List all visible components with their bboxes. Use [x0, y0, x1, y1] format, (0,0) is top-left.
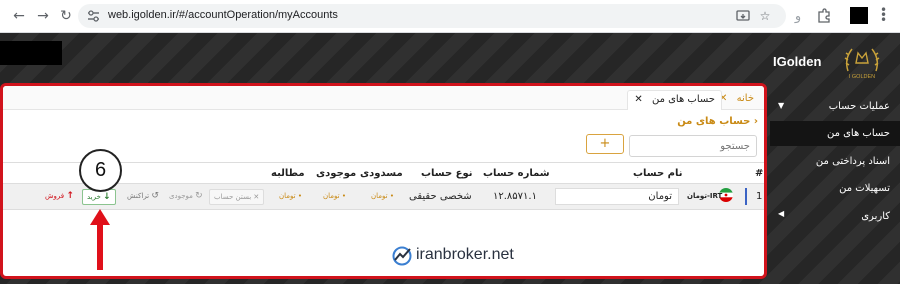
tab-my-accounts-label: حساب های من [651, 94, 715, 105]
install-app-icon[interactable] [736, 9, 750, 23]
tabs-bar: خانه ✕ حساب های من ✕ [3, 86, 764, 110]
header-balance: موجودی [316, 168, 357, 179]
sidebar-item-user[interactable]: کاربری [861, 211, 890, 222]
inventory-label: موجودی [169, 192, 193, 200]
bookmark-star-icon[interactable]: ☆ [758, 9, 772, 23]
cell-claim: • تومان [279, 192, 302, 200]
row-marker [745, 188, 747, 205]
sidebar-item-payment-documents[interactable]: اسناد پرداختی من [816, 156, 890, 167]
cell-currency-code: IRT-تومان [687, 192, 723, 200]
url-text: web.igolden.ir/#/accountOperation/myAcco… [108, 9, 338, 21]
sell-button[interactable]: ↑ فروش [41, 189, 78, 205]
table-row[interactable]: 1 IRT-تومان تومان ۱۲.۸۵۷۱.۱ شخصی حقیقی •… [3, 184, 764, 210]
close-account-button[interactable]: ✕ بستن حساب [209, 189, 265, 205]
sidebar-item-my-accounts[interactable]: حساب های من [827, 128, 890, 139]
address-bar[interactable]: web.igolden.ir/#/accountOperation/myAcco… [78, 4, 786, 28]
header-account-number: شماره حساب [483, 168, 550, 179]
refresh-icon: ↻ [195, 191, 203, 201]
search-input[interactable] [629, 135, 757, 157]
translate-icon[interactable]: و [790, 9, 806, 25]
arrow-up-icon: ↑ [66, 191, 74, 201]
close-account-label: بستن حساب [214, 193, 252, 201]
profile-avatar[interactable] [850, 7, 868, 24]
header-account-name: نام حساب [633, 168, 683, 179]
page-title: ‹ حساب های من [677, 116, 758, 127]
annotation-arrow-icon [90, 209, 110, 270]
arrow-down-icon: ↓ [103, 192, 111, 202]
header-account-type: نوع حساب [421, 168, 473, 179]
sidebar-item-account-operations[interactable]: عملیات حساب [829, 101, 890, 112]
back-icon[interactable]: ← [10, 7, 28, 25]
page-title-text: حساب های من [677, 116, 751, 127]
cell-account-type: شخصی حقیقی [409, 191, 472, 202]
redacted-logo [0, 41, 62, 65]
step-number-badge: 6 [79, 149, 122, 192]
extensions-icon[interactable] [816, 8, 832, 24]
close-icon[interactable]: ✕ [634, 94, 642, 105]
header-index: # [755, 168, 764, 179]
history-icon: ↺ [151, 191, 159, 201]
chrome-menu-icon[interactable]: • • • [880, 4, 887, 26]
site-settings-icon[interactable] [87, 10, 100, 22]
tab-my-accounts[interactable]: حساب های من ✕ [627, 90, 722, 110]
brand-logo: I GOLDEN [844, 48, 880, 80]
brand-name: IGolden [773, 54, 822, 69]
cell-index: 1 [756, 191, 763, 202]
chevron-down-icon: ▼ [778, 101, 785, 110]
cell-account-name: تومان [648, 191, 672, 202]
sidebar-item-facilities[interactable]: تسهیلات من [839, 183, 890, 194]
account-name-field[interactable]: تومان [555, 188, 679, 205]
transactions-button[interactable]: ↺ تراکنش [123, 189, 163, 205]
tab-home-label: خانه [736, 93, 754, 104]
watermark-logo-icon [392, 246, 412, 266]
cell-blocked: • تومان [371, 192, 394, 200]
cell-account-number: ۱۲.۸۵۷۱.۱ [493, 191, 537, 202]
sell-label: فروش [45, 192, 65, 200]
browser-toolbar: ← → ↻ web.igolden.ir/#/accountOperation/… [0, 0, 900, 33]
cell-balance: • تومان [323, 192, 346, 200]
close-icon: ✕ [253, 193, 260, 201]
transactions-label: تراکنش [127, 192, 150, 200]
add-account-button[interactable]: + [586, 134, 624, 154]
reload-icon[interactable]: ↻ [57, 7, 75, 25]
header-claim: مطالبه [271, 168, 305, 179]
chevron-left-icon: ◀ [778, 209, 785, 218]
my-accounts-panel: خانه ✕ حساب های من ✕ ‹ حساب های من + # ن… [0, 83, 767, 279]
inventory-button[interactable]: ↻ موجودی [165, 189, 207, 205]
header-blocked: مسدودی [360, 168, 403, 179]
buy-label: خرید [87, 193, 101, 201]
svg-text:I GOLDEN: I GOLDEN [849, 74, 875, 80]
watermark-text: iranbroker.net [416, 246, 514, 263]
forward-icon[interactable]: → [34, 7, 52, 25]
